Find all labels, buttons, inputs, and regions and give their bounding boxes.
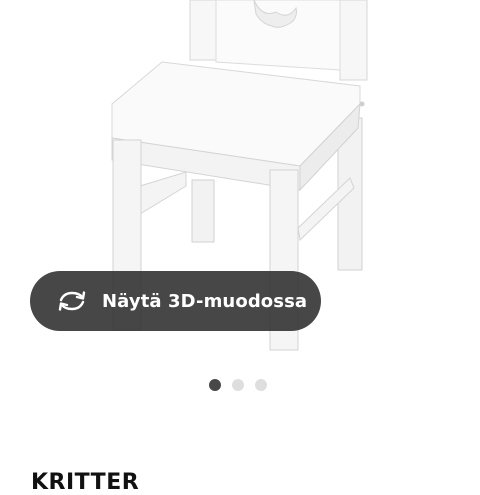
rotate-3d-icon xyxy=(56,290,88,312)
carousel-dot-1[interactable] xyxy=(209,379,221,391)
carousel-dot-3[interactable] xyxy=(255,379,267,391)
view-3d-button[interactable]: Näytä 3D-muodossa xyxy=(30,271,321,331)
view-3d-label: Näytä 3D-muodossa xyxy=(102,290,308,312)
carousel-dot-2[interactable] xyxy=(232,379,244,391)
carousel-dots xyxy=(209,379,267,391)
product-name: KRITTER xyxy=(31,470,140,495)
